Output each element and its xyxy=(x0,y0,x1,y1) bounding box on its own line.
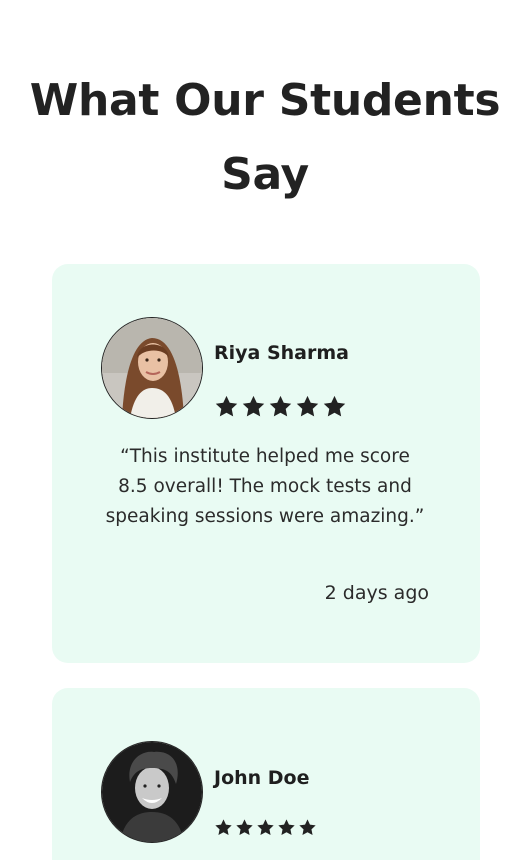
star-icon xyxy=(241,394,266,419)
star-icon xyxy=(322,394,347,419)
star-icon xyxy=(277,818,296,837)
reviewer-name: Riya Sharma xyxy=(214,342,349,364)
review-timestamp: 2 days ago xyxy=(324,582,429,604)
testimonial-card: Riya Sharma “This institute helped me sc… xyxy=(52,264,480,663)
star-rating xyxy=(214,818,317,837)
star-icon xyxy=(298,818,317,837)
testimonial-quote: “This institute helped me score 8.5 over… xyxy=(105,446,425,527)
star-rating xyxy=(214,394,347,419)
star-icon xyxy=(256,818,275,837)
reviewer-name: John Doe xyxy=(214,767,310,789)
star-icon xyxy=(214,818,233,837)
avatar xyxy=(101,317,203,419)
star-icon xyxy=(268,394,293,419)
testimonials-section: What Our Students Say Riya Sharma “This … xyxy=(0,0,522,860)
testimonial-card: John Doe xyxy=(52,688,480,860)
star-icon xyxy=(295,394,320,419)
star-icon xyxy=(235,818,254,837)
star-icon xyxy=(214,394,239,419)
avatar xyxy=(101,741,203,843)
section-title: What Our Students Say xyxy=(29,75,501,200)
